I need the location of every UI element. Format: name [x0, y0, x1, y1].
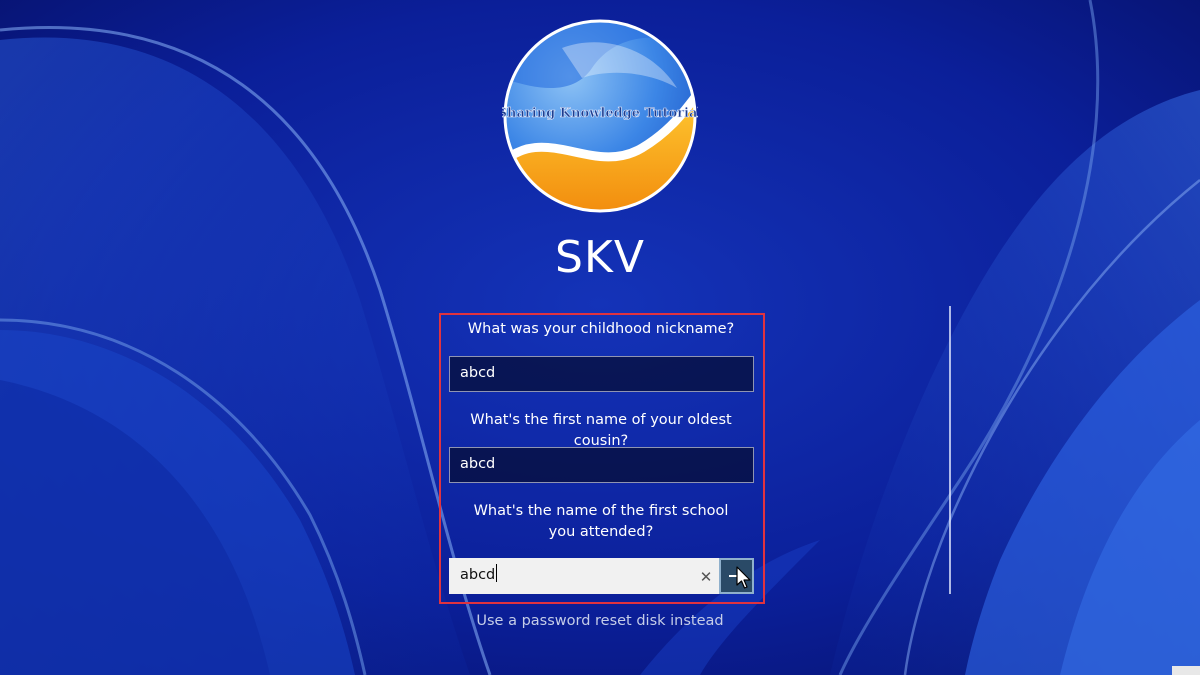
security-question-1: What was your childhood nickname? — [467, 321, 735, 337]
security-question-2: What's the first name of your oldest cou… — [470, 412, 732, 449]
logo-text: Sharing Knowledge Tutorial — [502, 106, 698, 121]
password-reset-disk-link[interactable]: Use a password reset disk instead — [0, 613, 1200, 629]
mouse-pointer-icon — [736, 566, 751, 589]
security-question-3: What's the name of the first school you … — [473, 503, 729, 540]
security-answer-3-input[interactable]: abcd — [449, 558, 719, 594]
security-answer-1-input[interactable]: abcd — [449, 356, 754, 392]
text-caret — [496, 564, 498, 582]
corner-overlay — [1172, 666, 1200, 675]
user-name: SKV — [555, 232, 645, 283]
clear-input-button[interactable]: ✕ — [695, 560, 717, 594]
security-answer-2-input[interactable]: abcd — [449, 447, 754, 483]
security-answer-3-text: abcd — [460, 567, 496, 583]
user-avatar: Sharing Knowledge Tutorial — [502, 18, 698, 214]
close-icon: ✕ — [699, 568, 713, 586]
logo-image: Sharing Knowledge Tutorial — [502, 19, 698, 213]
vertical-divider — [949, 306, 951, 594]
